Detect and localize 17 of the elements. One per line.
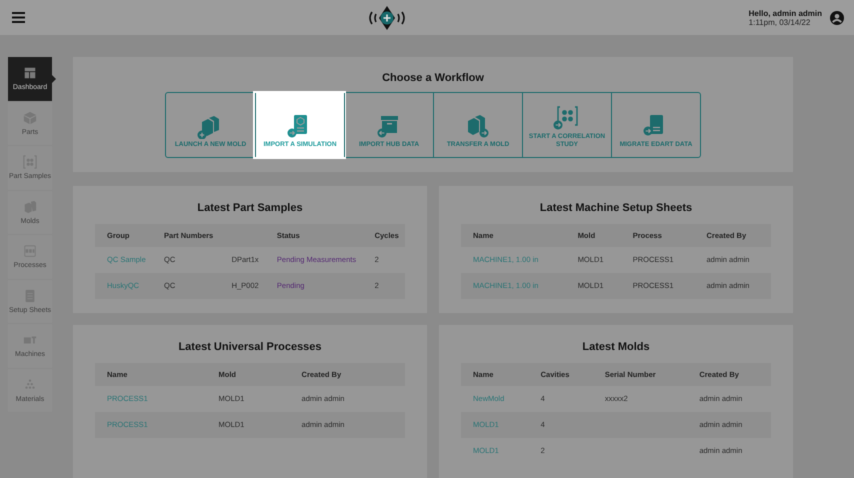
blocks-icon: [23, 200, 37, 214]
logo-icon: [366, 4, 407, 30]
card-title: Latest Part Samples: [196, 202, 304, 214]
grid-dots-icon: [23, 155, 37, 170]
menu-icon[interactable]: [12, 12, 25, 23]
timestamp-text: 1:11pm, 03/14/22: [748, 18, 810, 26]
panel-icon: [23, 244, 37, 258]
pointer-notch: [52, 75, 56, 83]
card-title: Latest Machine Setup Sheets: [538, 202, 694, 214]
card-title: Latest Molds: [581, 341, 651, 353]
account-icon[interactable]: [830, 10, 844, 24]
sheet-icon: [23, 288, 37, 303]
card-title: Latest Universal Processes: [177, 341, 323, 353]
greeting-text: Hello, admin admin: [748, 8, 822, 18]
cube-icon: [23, 110, 37, 125]
workflow-title: Choose a Workflow: [382, 72, 484, 84]
dashboard-icon: [23, 66, 37, 80]
